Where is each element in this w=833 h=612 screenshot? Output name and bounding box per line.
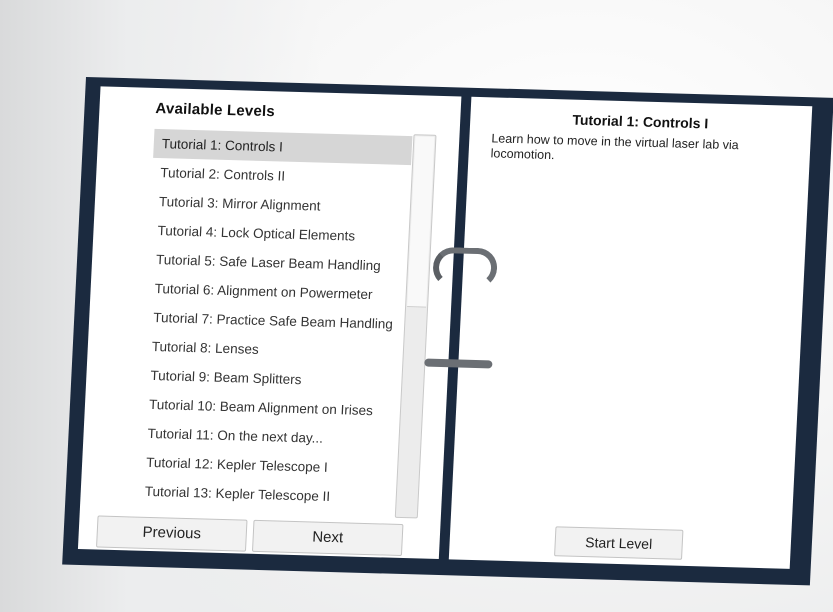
start-level-button[interactable]: Start Level: [554, 526, 684, 560]
available-levels-title: Available Levels: [155, 99, 276, 121]
level-binder: Available Levels Tutorial 1: Controls I …: [62, 77, 833, 586]
next-button[interactable]: Next: [251, 519, 404, 557]
scrollbar-thumb[interactable]: [407, 136, 435, 308]
binder-ring-icon: [432, 246, 499, 289]
level-detail-page: Tutorial 1: Controls I Learn how to move…: [448, 96, 813, 569]
levels-list[interactable]: Tutorial 1: Controls I Tutorial 2: Contr…: [136, 128, 413, 513]
previous-button[interactable]: Previous: [96, 515, 248, 552]
level-item-13[interactable]: Tutorial 13: Kepler Telescope II: [136, 477, 395, 513]
level-detail-title: Tutorial 1: Controls I: [572, 111, 709, 132]
levels-page: Available Levels Tutorial 1: Controls I …: [77, 86, 462, 560]
level-description: Learn how to move in the virtual laser l…: [490, 131, 740, 163]
